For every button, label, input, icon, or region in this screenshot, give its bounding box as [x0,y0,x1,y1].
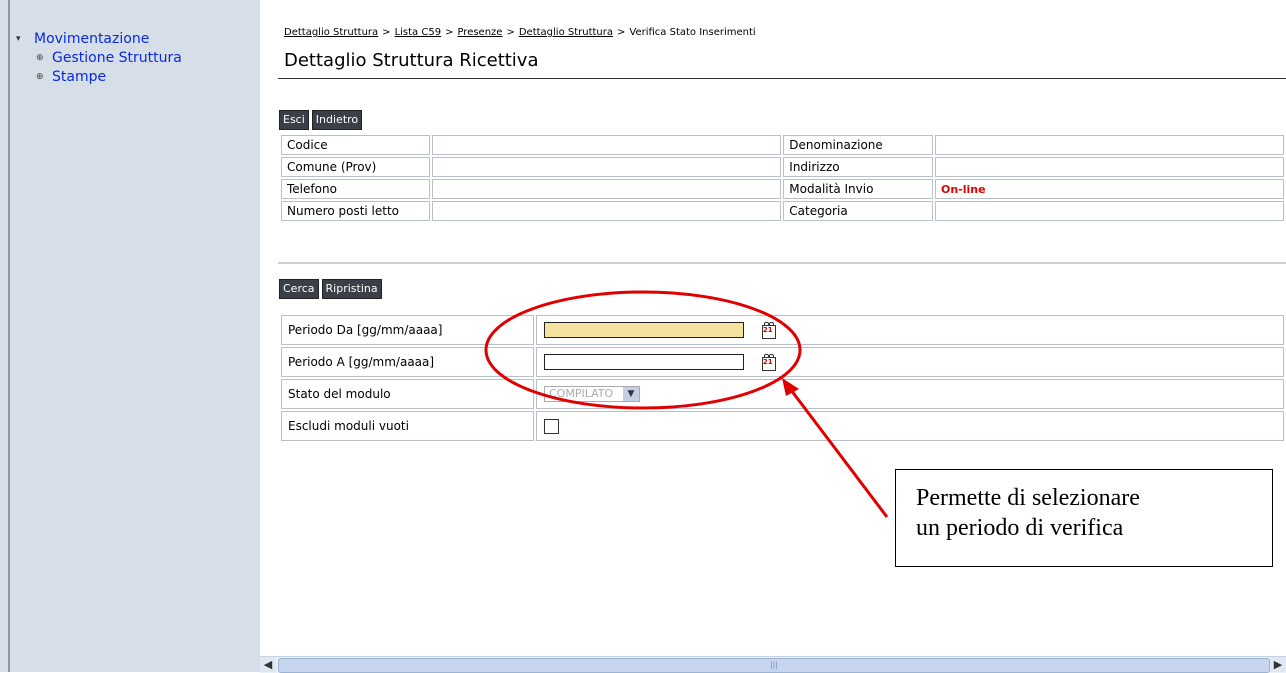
posti-letto-value [432,201,782,221]
horizontal-scrollbar[interactable]: ◀ ||| ▶ [260,656,1286,673]
nav-item-label[interactable]: Stampe [52,68,106,87]
table-row: Codice Denominazione [281,135,1284,155]
breadcrumb-separator: > [445,27,454,38]
codice-value [432,135,782,155]
calendar-icon[interactable]: 21 [761,322,776,339]
categoria-value [934,201,1284,221]
nav-root-movimentazione[interactable]: ▾ Movimentazione [16,30,182,49]
nav-item-label[interactable]: Gestione Struttura [52,49,182,68]
telefono-value [432,179,782,199]
chevron-down-icon[interactable]: ▼ [623,387,639,401]
nav-item-gestione-struttura[interactable]: ⊕ Gestione Struttura [16,49,182,68]
search-button[interactable]: Cerca [279,279,319,299]
posti-letto-label: Numero posti letto [281,201,431,221]
periodo-a-input[interactable] [544,354,744,370]
search-form: Periodo Da [gg/mm/aaaa] 21 Periodo A [gg… [279,313,1286,443]
breadcrumb-link[interactable]: Lista C59 [395,27,442,38]
breadcrumb-link[interactable]: Dettaglio Struttura [519,27,613,38]
periodo-da-cell: 21 [536,315,1284,345]
breadcrumb-link[interactable]: Dettaglio Struttura [284,27,378,38]
calendar-icon[interactable]: 21 [761,354,776,371]
periodo-a-cell: 21 [536,347,1284,377]
denominazione-label: Denominazione [783,135,933,155]
nav-tree: ▾ Movimentazione ⊕ Gestione Struttura ⊕ … [16,30,182,87]
scroll-left-icon[interactable]: ◀ [260,657,276,672]
escludi-moduli-checkbox[interactable] [544,418,559,434]
periodo-da-input[interactable] [544,322,744,338]
table-row: Numero posti letto Categoria [281,201,1284,221]
stato-modulo-cell: COMPILATO ▼ [536,379,1284,409]
form-row: Escludi moduli vuoti [281,411,1284,441]
comune-value [432,157,782,177]
bullet-icon: ⊕ [36,53,44,63]
annotation-line-1: Permette di selezionare [916,485,1140,511]
indirizzo-value [934,157,1284,177]
breadcrumb-link[interactable]: Presenze [457,27,502,38]
categoria-label: Categoria [783,201,933,221]
online-status: On-line [940,183,986,196]
breadcrumb: Dettaglio Struttura > Lista C59 > Presenze > D… [284,27,756,38]
exit-button[interactable]: Esci [279,110,309,130]
title-divider [278,78,1286,79]
escludi-moduli-label: Escludi moduli vuoti [281,411,534,441]
breadcrumb-separator: > [506,27,515,38]
modalita-invio-label: Modalità Invio [783,179,933,199]
form-row: Stato del modulo COMPILATO ▼ [281,379,1284,409]
sidebar: ▾ Movimentazione ⊕ Gestione Struttura ⊕ … [0,0,260,672]
annotation-callout: Permette di selezionare un periodo di ve… [895,469,1273,567]
breadcrumb-separator: > [382,27,391,38]
scroll-right-icon[interactable]: ▶ [1270,657,1286,672]
reset-button[interactable]: Ripristina [321,279,382,299]
comune-label: Comune (Prov) [281,157,431,177]
bullet-icon: ⊕ [36,72,44,82]
codice-label: Codice [281,135,431,155]
search-button-bar: Cerca Ripristina [279,279,382,299]
form-row: Periodo A [gg/mm/aaaa] 21 [281,347,1284,377]
scrollbar-thumb[interactable]: ||| [278,658,1270,673]
stato-modulo-value: COMPILATO [549,387,614,400]
top-button-bar: Esci Indietro [279,110,363,130]
collapse-arrow-icon[interactable]: ▾ [16,30,34,49]
calendar-day-text: 21 [762,358,773,366]
section-divider [278,262,1286,264]
main-content: Dettaglio Struttura > Lista C59 > Presenze > D… [260,0,1286,672]
annotation-line-2: un periodo di verifica [916,515,1124,541]
table-row: Comune (Prov) Indirizzo [281,157,1284,177]
escludi-moduli-cell [536,411,1284,441]
nav-root-label[interactable]: Movimentazione [34,30,149,49]
stato-modulo-label: Stato del modulo [281,379,534,409]
page-title: Dettaglio Struttura Ricettiva [284,50,539,71]
structure-detail-table: Codice Denominazione Comune (Prov) Indir… [279,133,1286,223]
sidebar-divider [8,0,10,672]
periodo-a-label: Periodo A [gg/mm/aaaa] [281,347,534,377]
breadcrumb-current: Verifica Stato Inserimenti [629,27,756,38]
breadcrumb-separator: > [617,27,626,38]
modalita-invio-value: On-line [934,179,1284,199]
back-button[interactable]: Indietro [311,110,363,130]
telefono-label: Telefono [281,179,431,199]
stato-modulo-select[interactable]: COMPILATO ▼ [544,386,640,402]
calendar-day-text: 21 [762,326,773,334]
form-row: Periodo Da [gg/mm/aaaa] 21 [281,315,1284,345]
table-row: Telefono Modalità Invio On-line [281,179,1284,199]
denominazione-value [934,135,1284,155]
periodo-da-label: Periodo Da [gg/mm/aaaa] [281,315,534,345]
nav-item-stampe[interactable]: ⊕ Stampe [16,68,182,87]
indirizzo-label: Indirizzo [783,157,933,177]
